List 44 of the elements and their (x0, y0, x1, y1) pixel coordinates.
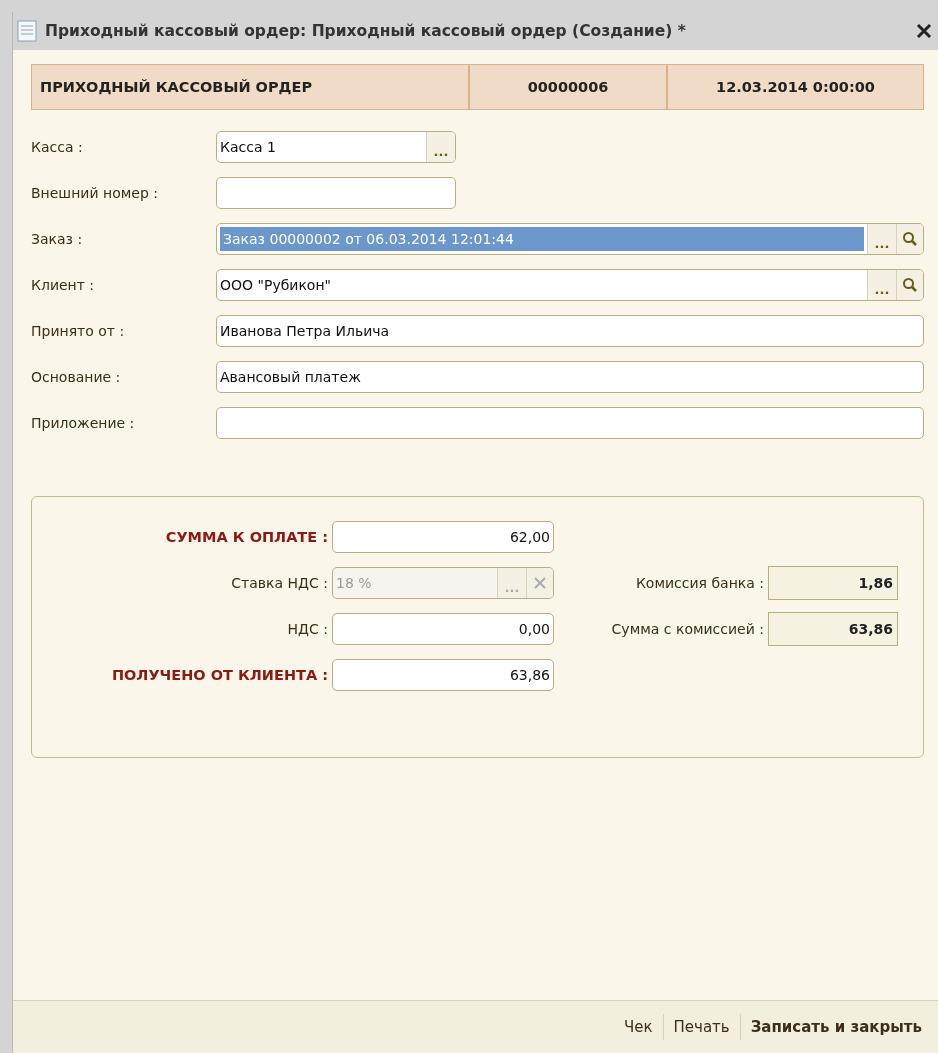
select-button[interactable]: ... (867, 270, 896, 300)
amount-field[interactable]: 0,00 (332, 613, 554, 645)
field-label: Принято от : (31, 323, 126, 339)
window-title: Приходный кассовый ордер: Приходный кассовый ордер (Создание) * (45, 22, 687, 40)
amount-label: НДС : (286, 621, 329, 637)
input-field[interactable] (216, 407, 924, 439)
readonly-field: 63,86 (768, 612, 898, 646)
search-icon (902, 277, 918, 293)
footer-button[interactable]: Чек (613, 1014, 663, 1040)
field-label: Заказ : (31, 231, 84, 247)
input-field[interactable]: Авансовый платеж (216, 361, 924, 393)
field-label: Основание : (31, 369, 122, 385)
header-cell: 00000006 (468, 65, 666, 109)
selected-text: Заказ 00000002 от 06.03.2014 12:01:44 (220, 227, 864, 251)
search-button[interactable] (896, 224, 923, 254)
input-field[interactable] (216, 177, 456, 209)
amount-field: 18 % ... (332, 567, 554, 599)
header-cell-text: ПРИХОДНЫЙ КАССОВЫЙ ОРДЕР (39, 78, 313, 97)
footer-button[interactable]: Печать (662, 1014, 740, 1040)
amount-field[interactable]: 62,00 (332, 521, 554, 553)
input-field[interactable]: Иванова Петра Ильича (216, 315, 924, 347)
readonly-field: 1,86 (768, 566, 898, 600)
amount-label: Ставка НДС : (230, 575, 329, 591)
amount-label: СУММА К ОПЛАТЕ : (164, 529, 329, 545)
field-label: Приложение : (31, 415, 136, 431)
close-icon[interactable] (916, 23, 932, 39)
amount-label: ПОЛУЧЕНО ОТ КЛИЕНТА : (110, 667, 329, 683)
close-icon (534, 577, 546, 589)
input-field[interactable]: ООО "Рубикон" ... (216, 269, 924, 301)
field-label: Касса : (31, 139, 84, 155)
search-icon (902, 231, 918, 247)
amount-field[interactable]: 63,86 (332, 659, 554, 691)
amount-label: Сумма с комиссией : (610, 621, 765, 637)
field-label: Клиент : (31, 277, 96, 293)
document-icon (17, 20, 37, 42)
select-button[interactable]: ... (867, 224, 896, 254)
search-button[interactable] (896, 270, 923, 300)
amount-label: Комиссия банка : (634, 575, 765, 591)
input-field[interactable]: Заказ 00000002 от 06.03.2014 12:01:44 ... (216, 223, 924, 255)
field-label: Внешний номер : (31, 185, 159, 201)
header-cell: 12.03.2014 0:00:00 (666, 65, 923, 109)
input-field[interactable]: Касса 1 ... (216, 131, 456, 163)
select-button[interactable]: ... (426, 132, 455, 162)
footer-button[interactable]: Записать и закрыть (739, 1014, 932, 1040)
